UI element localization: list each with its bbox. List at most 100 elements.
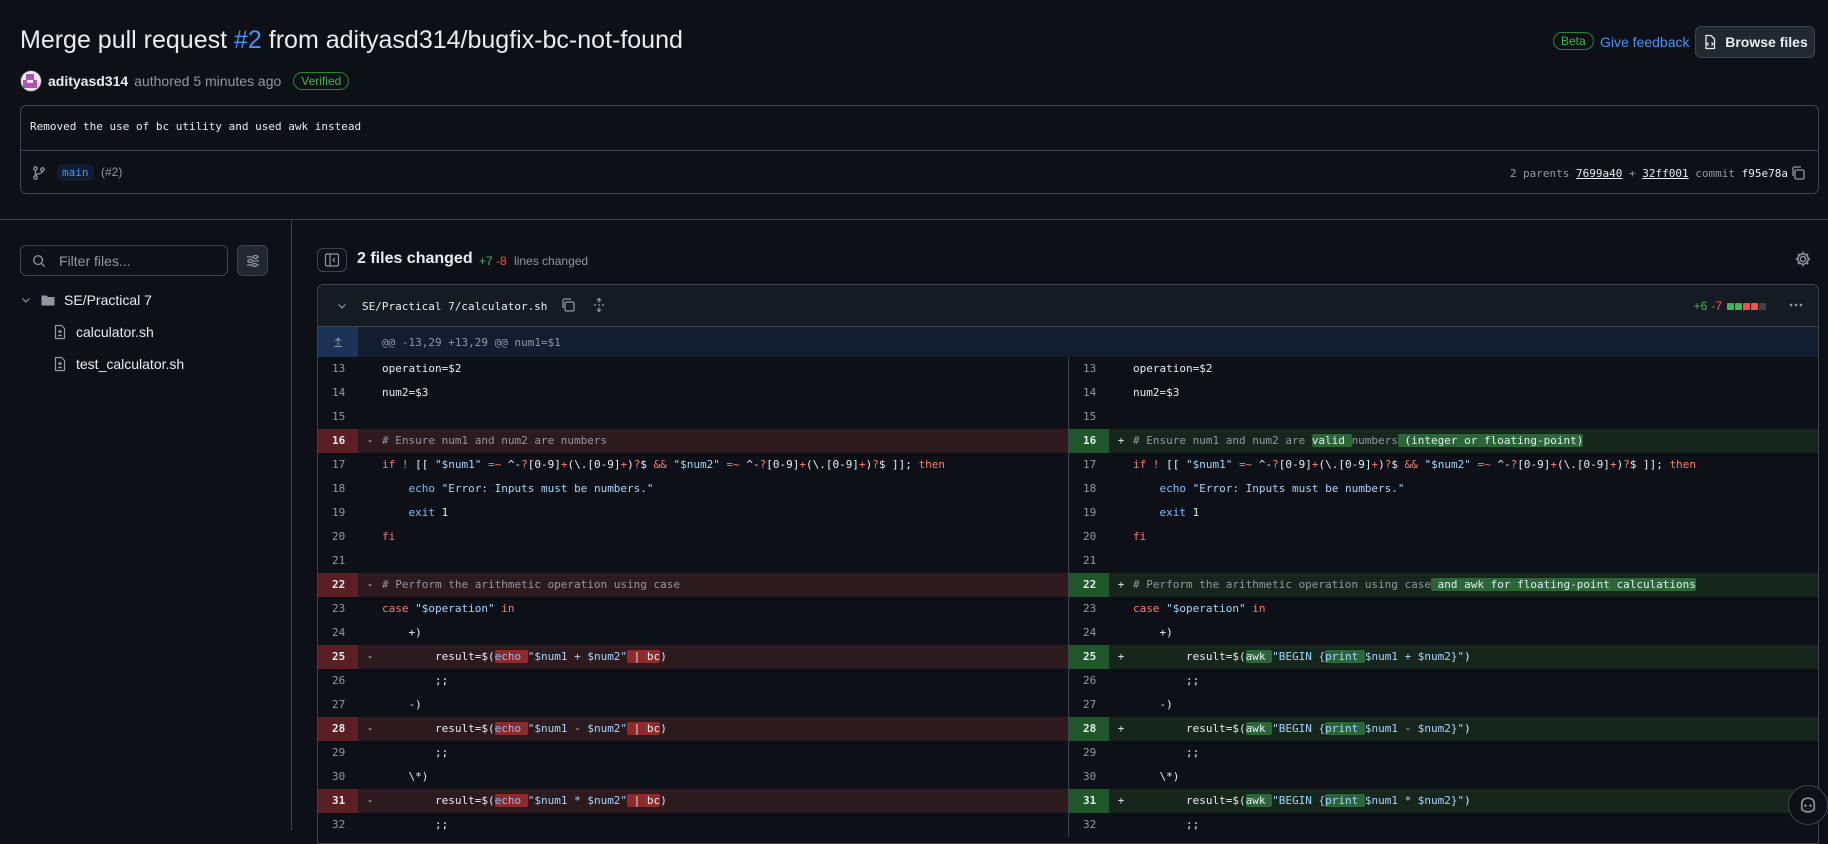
line-number[interactable]: 20 <box>1069 525 1109 549</box>
line-number[interactable]: 16 <box>1069 429 1109 453</box>
give-feedback-link[interactable]: Give feedback <box>1600 34 1690 50</box>
file-diff-stats: +6 -7 <box>1694 299 1766 313</box>
line-number[interactable]: 17 <box>318 453 358 477</box>
verified-badge[interactable]: Verified <box>293 72 350 90</box>
code-line: # Ensure num1 and num2 are numbers <box>382 434 608 447</box>
copilot-button[interactable] <box>1788 785 1828 825</box>
line-number[interactable]: 28 <box>1069 717 1109 741</box>
hunk-header: @@ -13,29 +13,29 @@ num1=$1 <box>318 327 1818 357</box>
diff-left: 21 <box>318 549 1068 573</box>
lines-changed-label: lines changed <box>514 254 589 268</box>
diff-right-addition: 22 + # Perform the arithmetic operation us… <box>1068 573 1818 597</box>
hunk-header-text: @@ -13,29 +13,29 @@ num1=$1 <box>382 336 561 349</box>
line-number[interactable]: 26 <box>318 669 358 693</box>
line-number[interactable]: 32 <box>318 813 358 837</box>
code-line: result=$(awk "BEGIN {print $num1 * $num2… <box>1133 794 1471 807</box>
more-options-icon[interactable] <box>1788 297 1804 313</box>
line-number[interactable]: 15 <box>1069 405 1109 429</box>
tree-folder-se-practical-7[interactable]: SE/Practical 7 <box>20 286 152 314</box>
toggle-file-tree-button[interactable] <box>317 248 347 272</box>
avatar[interactable] <box>20 70 42 92</box>
expand-all-icon[interactable] <box>591 297 607 313</box>
code-line: \*) <box>1133 770 1180 783</box>
line-number[interactable]: 25 <box>318 645 358 669</box>
line-number[interactable]: 17 <box>1069 453 1109 477</box>
diff-right: 27 -) <box>1068 693 1818 717</box>
filter-files-field[interactable] <box>20 245 228 276</box>
diff-right-addition: 31 + result=$(awk "BEGIN {print $num1 * $… <box>1068 789 1818 813</box>
browse-files-button[interactable]: Browse files <box>1695 26 1815 58</box>
line-number[interactable]: 16 <box>318 429 358 453</box>
pr-reference[interactable]: (#2) <box>101 165 122 179</box>
sliders-icon <box>246 254 259 267</box>
file-path[interactable]: SE/Practical 7/calculator.sh <box>362 300 547 313</box>
line-number[interactable]: 31 <box>1069 789 1109 813</box>
code-line: fi <box>1133 530 1147 543</box>
line-number[interactable]: 29 <box>318 741 358 765</box>
file-tree-settings-button[interactable] <box>237 245 268 276</box>
line-number[interactable]: 31 <box>318 789 358 813</box>
line-number[interactable]: 28 <box>318 717 358 741</box>
chevron-down-icon[interactable] <box>336 300 348 312</box>
line-number[interactable]: 30 <box>1069 765 1109 789</box>
expand-up-button[interactable] <box>318 327 358 357</box>
line-number[interactable]: 23 <box>318 597 358 621</box>
author-link[interactable]: adityasd314 <box>48 73 128 89</box>
line-number[interactable]: 15 <box>318 405 358 429</box>
parents-label: 2 parents <box>1509 167 1570 180</box>
line-number[interactable]: 29 <box>1069 741 1109 765</box>
diff-row: 26 ;; 26 ;; <box>318 669 1818 693</box>
pr-link[interactable]: #2 <box>234 26 262 54</box>
line-number[interactable]: 20 <box>318 525 358 549</box>
line-number[interactable]: 19 <box>318 501 358 525</box>
line-number[interactable]: 14 <box>318 381 358 405</box>
code-line: \*) <box>382 770 429 783</box>
line-number[interactable]: 27 <box>318 693 358 717</box>
copy-icon[interactable] <box>560 297 576 313</box>
sidebar-divider <box>291 220 292 830</box>
diff-row: 18 echo "Error: Inputs must be numbers."… <box>318 477 1818 501</box>
diff-left: 14 num2=$3 <box>318 381 1068 405</box>
expand-up-icon <box>334 337 342 348</box>
parent-1-link[interactable]: 7699a40 <box>1576 167 1622 180</box>
line-number[interactable]: 25 <box>1069 645 1109 669</box>
line-number[interactable]: 19 <box>1069 501 1109 525</box>
code-line: exit 1 <box>1159 506 1200 519</box>
tree-file-test-calculator[interactable]: test_calculator.sh <box>52 350 184 378</box>
code-line: echo "Error: Inputs must be numbers." <box>1159 482 1405 495</box>
line-number[interactable]: 22 <box>318 573 358 597</box>
line-number[interactable]: 21 <box>1069 549 1109 573</box>
diff-right: 14 num2=$3 <box>1068 381 1818 405</box>
diff-row: 32 ;; 32 ;; <box>318 813 1818 837</box>
line-number[interactable]: 13 <box>318 357 358 381</box>
code-line: if ! [[ "$num1" =~ ^-?[0-9]+(\.[0-9]+)?$… <box>382 458 946 471</box>
copy-icon[interactable] <box>1790 165 1806 181</box>
line-number[interactable]: 18 <box>318 477 358 501</box>
diff-row: 13 operation=$2 13 operation=$2 <box>318 357 1818 381</box>
branch-label[interactable]: main <box>57 164 94 181</box>
code-line: result=$(echo "$num1 * $num2" | bc) <box>382 794 667 807</box>
parent-2-link[interactable]: 32ff001 <box>1642 167 1688 180</box>
line-number[interactable]: 30 <box>318 765 358 789</box>
line-number[interactable]: 24 <box>318 621 358 645</box>
tree-file-calculator[interactable]: calculator.sh <box>52 318 154 346</box>
line-number[interactable]: 23 <box>1069 597 1109 621</box>
line-number[interactable]: 18 <box>1069 477 1109 501</box>
line-number[interactable]: 22 <box>1069 573 1109 597</box>
line-number[interactable]: 14 <box>1069 381 1109 405</box>
line-number[interactable]: 13 <box>1069 357 1109 381</box>
line-number[interactable]: 27 <box>1069 693 1109 717</box>
parents-plus: + <box>1629 167 1636 180</box>
filter-files-input[interactable] <box>57 252 221 270</box>
file-header: SE/Practical 7/calculator.sh +6 -7 <box>318 285 1818 327</box>
code-line: fi <box>382 530 396 543</box>
code-line: case "$operation" in <box>382 602 515 615</box>
chevron-down-icon <box>22 298 30 303</box>
line-number[interactable]: 21 <box>318 549 358 573</box>
line-number[interactable]: 24 <box>1069 621 1109 645</box>
diff-row-changed: 31- result=$(echo "$num1 * $num2" | bc) … <box>318 789 1818 813</box>
line-number[interactable]: 32 <box>1069 813 1109 837</box>
commit-message-box: Removed the use of bc utility and used a… <box>20 105 1819 194</box>
line-number[interactable]: 26 <box>1069 669 1109 693</box>
gear-icon[interactable] <box>1794 250 1812 268</box>
